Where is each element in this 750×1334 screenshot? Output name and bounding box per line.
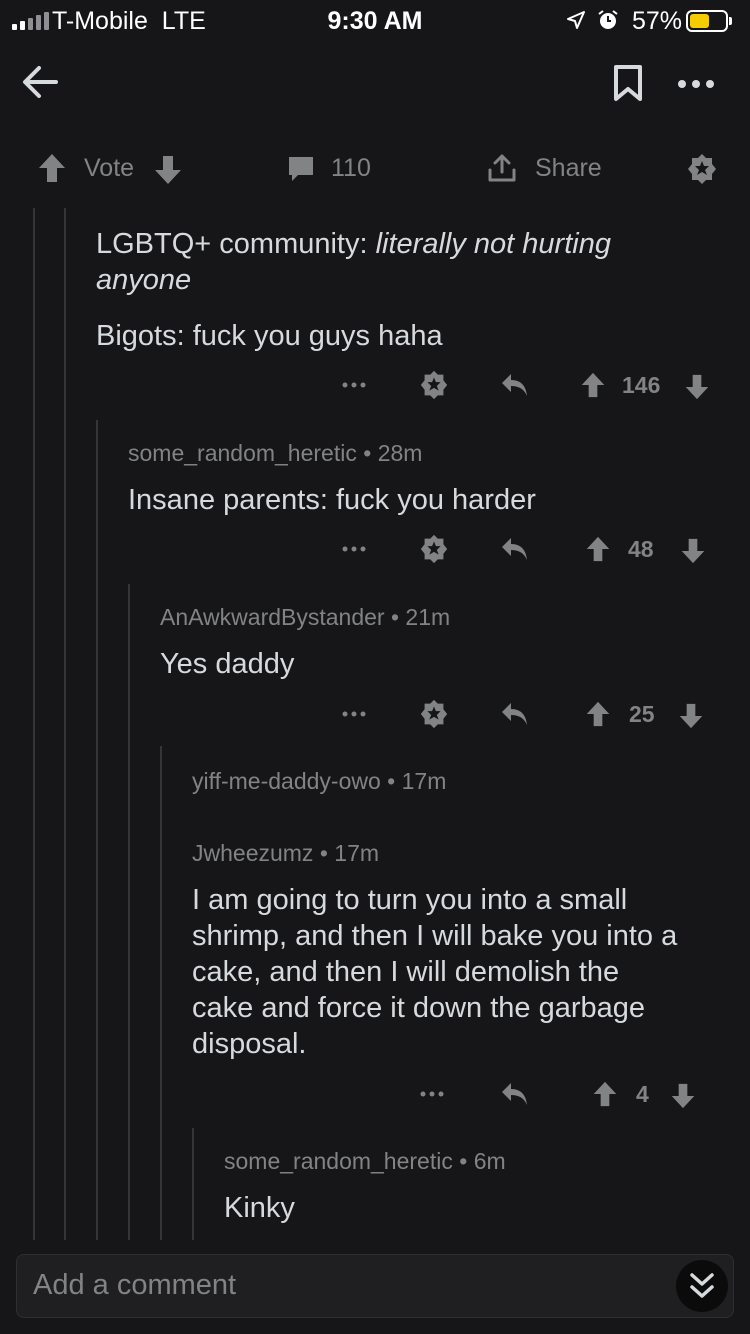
award-icon[interactable] — [418, 698, 450, 730]
more-dots-icon[interactable] — [342, 381, 366, 389]
thread-line[interactable] — [33, 208, 35, 1240]
double-chevron-down-icon — [690, 1273, 714, 1298]
more-dots-icon[interactable] — [676, 78, 716, 90]
separator: • — [363, 440, 372, 466]
upvote-icon[interactable] — [585, 534, 611, 564]
separator: • — [387, 768, 396, 794]
alarm-icon — [598, 10, 618, 29]
comment-meta: Jwheezumz • 17m — [192, 840, 379, 867]
comment-text-italic: anyone — [96, 264, 192, 296]
more-dots-icon[interactable] — [342, 545, 366, 553]
comments-icon[interactable] — [286, 154, 316, 184]
location-arrow-icon — [567, 11, 585, 29]
award-icon[interactable] — [418, 533, 450, 565]
comment-author[interactable]: some_random_heretic — [224, 1148, 453, 1174]
comment-text-italic: literally not hurting — [375, 228, 611, 260]
comment-text-plain: LGBTQ+ community: — [96, 228, 376, 260]
comment-body: Bigots: fuck you guys haha — [96, 320, 443, 352]
separator: • — [319, 840, 328, 866]
comment-line: cake and force it down the garbage — [192, 992, 646, 1024]
thread-line[interactable] — [64, 208, 66, 1240]
comment-age: 21m — [405, 604, 451, 630]
comment-meta: some_random_heretic • 28m — [128, 440, 422, 467]
battery-icon — [686, 10, 728, 32]
upvote-icon[interactable] — [37, 152, 67, 184]
status-bar: T-Mobile LTE 9:30 AM 57% — [0, 0, 750, 44]
reply-icon[interactable] — [499, 1080, 529, 1108]
comment-body: Kinky — [224, 1192, 295, 1224]
arrow-left-icon[interactable] — [20, 62, 60, 102]
battery-tip — [729, 17, 732, 25]
comment-age: 6m — [473, 1148, 506, 1174]
score: 146 — [622, 372, 661, 398]
downvote-icon[interactable] — [680, 536, 706, 566]
comment-meta: AnAwkwardBystander • 21m — [160, 604, 450, 631]
score: 48 — [628, 536, 654, 562]
upvote-icon[interactable] — [592, 1079, 618, 1109]
more-dots-icon[interactable] — [420, 1090, 444, 1098]
separator: • — [459, 1148, 468, 1174]
comment-age: 28m — [377, 440, 423, 466]
reply-icon[interactable] — [499, 535, 529, 563]
comment-line: disposal. — [192, 1028, 307, 1060]
score: 4 — [636, 1081, 649, 1107]
comment-body: I am going to turn you into a small shri… — [192, 882, 732, 1062]
share-icon[interactable] — [486, 152, 518, 184]
thread-line[interactable] — [160, 746, 162, 1240]
upvote-icon[interactable] — [585, 699, 611, 729]
separator: • — [390, 604, 400, 630]
bookmark-icon[interactable] — [612, 64, 644, 102]
vote-label: Vote — [84, 154, 135, 182]
comment-meta: yiff-me-daddy-owo • 17m — [192, 768, 446, 795]
reply-icon[interactable] — [499, 700, 529, 728]
comment-author[interactable]: some_random_heretic — [128, 440, 357, 466]
comment-placeholder: Add a comment — [33, 1269, 237, 1301]
post-action-bar: Vote 110 Share — [0, 138, 750, 198]
comment-author[interactable]: yiff-me-daddy-owo — [192, 768, 381, 794]
reply-icon[interactable] — [499, 371, 529, 399]
add-comment-input[interactable]: Add a comment — [16, 1254, 734, 1318]
more-dots-icon[interactable] — [342, 710, 366, 718]
thread-line[interactable] — [192, 1128, 194, 1240]
score: 25 — [629, 701, 655, 727]
downvote-icon[interactable] — [670, 1081, 696, 1111]
comments-count[interactable]: 110 — [331, 154, 371, 183]
comment-meta: some_random_heretic • 6m — [224, 1148, 506, 1175]
share-label[interactable]: Share — [535, 154, 602, 183]
battery-percentage: 57% — [632, 7, 683, 35]
award-icon[interactable] — [685, 152, 719, 186]
upvote-icon[interactable] — [580, 370, 606, 400]
comment-author[interactable]: Jwheezumz — [192, 840, 313, 866]
comment-line: I am going to turn you into a small — [192, 884, 628, 916]
jump-to-next-button[interactable] — [676, 1260, 728, 1312]
downvote-icon[interactable] — [678, 701, 704, 731]
comment-line: shrimp, and then I will bake you into a — [192, 920, 678, 952]
comment-body: Insane parents: fuck you harder — [128, 484, 536, 516]
thread-line[interactable] — [96, 420, 98, 1240]
comment-body: LGBTQ+ community: literally not hurting … — [96, 226, 716, 298]
downvote-icon[interactable] — [684, 372, 710, 402]
award-icon[interactable] — [418, 369, 450, 401]
downvote-icon[interactable] — [153, 154, 183, 186]
comment-author[interactable]: AnAwkwardBystander — [160, 604, 385, 630]
comment-line: cake, and then I will demolish the — [192, 956, 620, 988]
comment-age: 17m — [401, 768, 447, 794]
comment-body: Yes daddy — [160, 648, 295, 680]
battery-fill — [690, 14, 709, 28]
comment-age: 17m — [334, 840, 380, 866]
thread-line[interactable] — [128, 584, 130, 1240]
